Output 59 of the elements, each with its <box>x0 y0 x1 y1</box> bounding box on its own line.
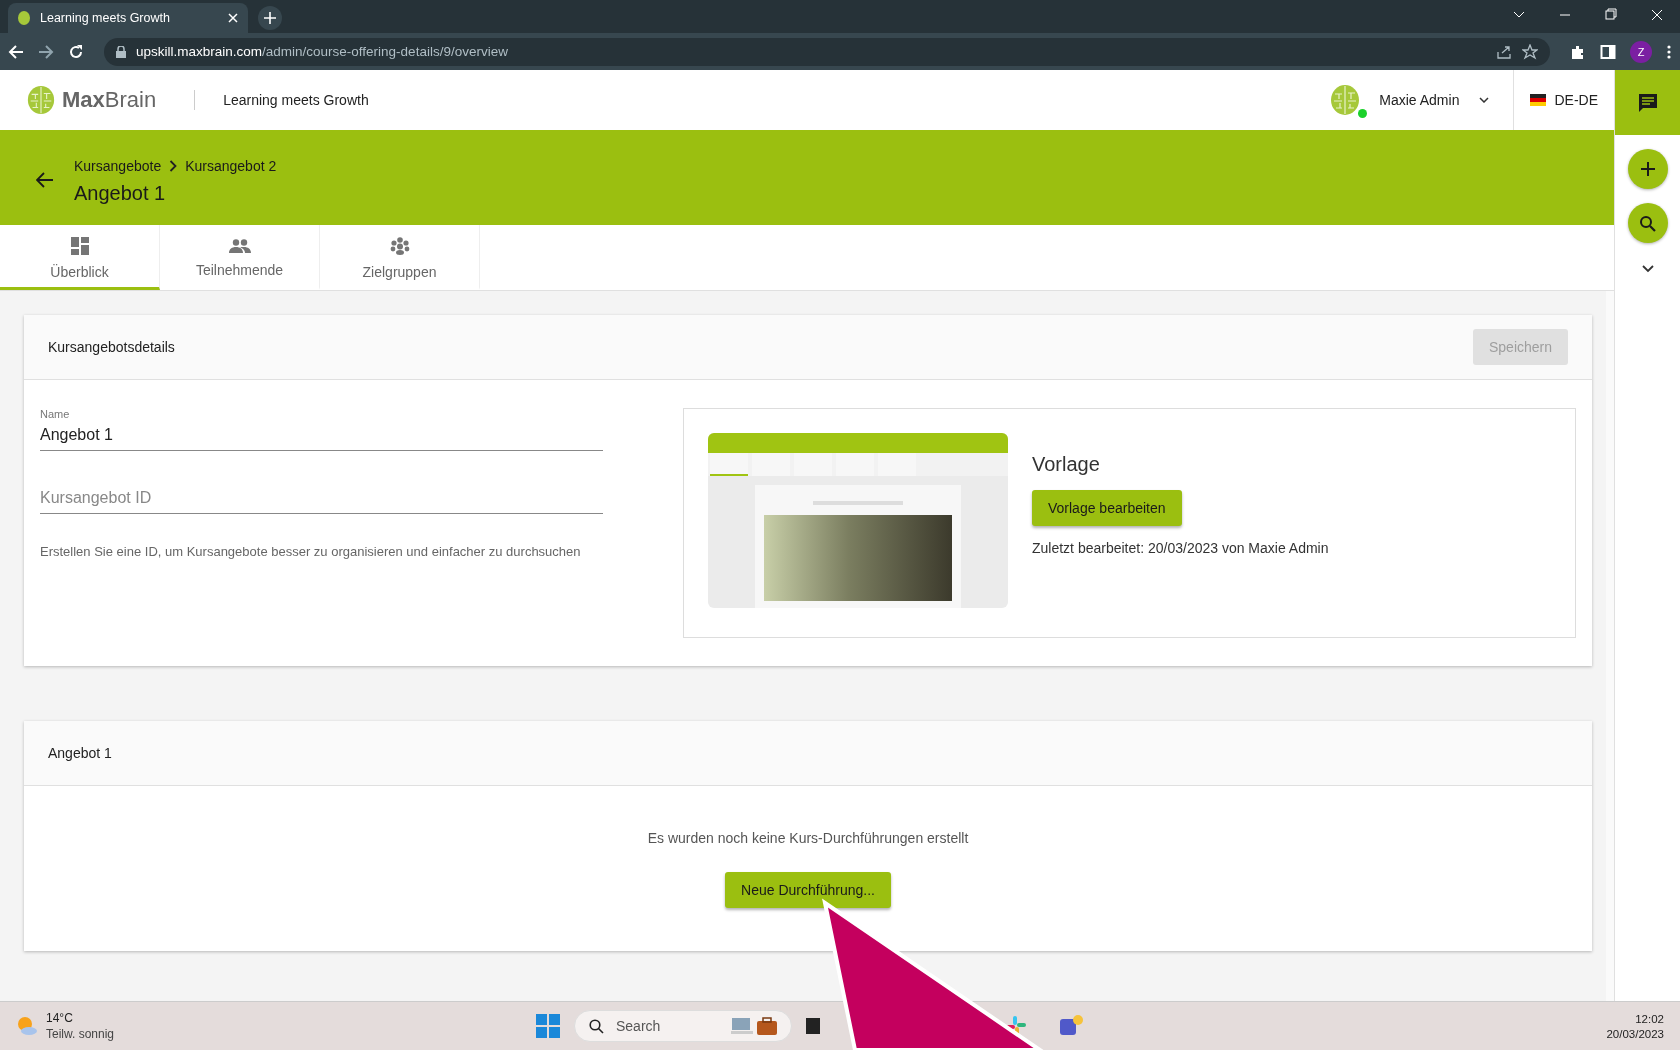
new-run-button[interactable]: Neue Durchführung... <box>725 872 891 908</box>
id-input-field[interactable]: Kursangebot ID <box>40 487 603 514</box>
more-menu-icon[interactable] <box>1666 43 1672 60</box>
puzzle-icon[interactable] <box>1570 43 1586 60</box>
name-input-field[interactable]: Angebot 1 <box>40 424 603 451</box>
brain-logo-icon <box>26 85 56 115</box>
template-title: Vorlage <box>1032 453 1101 476</box>
flag-icon <box>1530 94 1547 106</box>
reload-icon[interactable] <box>68 43 84 60</box>
breadcrumb-link[interactable]: Kursangebot 2 <box>185 157 277 174</box>
chevron-right-icon <box>169 159 178 172</box>
page-title: Angebot 1 <box>74 181 167 205</box>
chevron-down-icon <box>1479 97 1490 103</box>
card-title: Kursangebotsdetails <box>48 339 175 355</box>
field-label: Name <box>40 408 71 420</box>
search-icon <box>589 1018 604 1034</box>
empty-message: Es wurden noch keine Kurs-Durchführungen erstellt <box>647 830 969 846</box>
share-icon[interactable] <box>1496 43 1512 60</box>
user-avatar-icon <box>1329 84 1362 116</box>
clock-time: 12:02 <box>1635 1012 1664 1025</box>
side-panel-icon[interactable] <box>1600 43 1616 60</box>
start-menu-icon[interactable] <box>536 1014 560 1038</box>
close-icon[interactable] <box>228 13 238 23</box>
plus-icon <box>264 12 276 24</box>
plus-icon <box>1639 161 1656 177</box>
clock-date: 20/03/2023 <box>1606 1027 1664 1040</box>
star-icon[interactable] <box>1522 43 1538 60</box>
chat-button[interactable] <box>1615 70 1680 135</box>
tagline: Learning meets Growth <box>223 92 370 108</box>
browser-tab[interactable]: Learning meets Growth <box>8 3 248 33</box>
add-button[interactable] <box>1627 149 1668 189</box>
laptop-briefcase-icon <box>731 1015 777 1037</box>
profile-avatar[interactable]: Z <box>1630 40 1652 63</box>
new-tab-button[interactable] <box>258 6 282 30</box>
search-button[interactable] <box>1627 203 1668 243</box>
forward-arrow-icon[interactable] <box>38 43 54 60</box>
tab[interactable]: Zielgruppen <box>320 225 480 290</box>
logo-text: MaxBrain <box>62 87 157 113</box>
people-icon <box>228 238 251 253</box>
tab[interactable]: Teilnehmende <box>160 225 320 290</box>
brain-favicon-icon <box>18 11 30 25</box>
back-arrow-icon[interactable] <box>36 172 54 188</box>
temperature-text: 14°C <box>46 1011 74 1025</box>
address-bar[interactable]: upskill.maxbrain.com/admin/course-offering-details/9/overview <box>104 37 1550 66</box>
card-title: Angebot 1 <box>48 745 112 761</box>
user-menu[interactable]: Maxie Admin <box>1329 84 1490 116</box>
groups-icon <box>389 236 410 255</box>
last-edited-text: Zuletzt bearbeitet: 20/03/2023 von Maxie Admin <box>1032 540 1329 556</box>
search-icon <box>1639 214 1656 232</box>
hint-text: Erstellen Sie eine ID, um Kursangebote besser zu organisieren und einfacher zu durchsuchen <box>40 544 582 559</box>
breadcrumb-link[interactable]: Kursangebote <box>74 157 162 174</box>
taskbar-search-field[interactable]: Search <box>574 1010 792 1042</box>
chat-icon <box>1637 92 1658 113</box>
chevron-down-icon[interactable] <box>1641 265 1654 273</box>
weather-text: Teilw. sonnig <box>46 1027 115 1041</box>
lock-icon <box>116 45 126 58</box>
tab-title: Learning meets Growth <box>40 11 171 25</box>
dashboard-icon <box>70 236 89 255</box>
edit-template-button[interactable]: Vorlage bearbeiten <box>1032 490 1182 526</box>
